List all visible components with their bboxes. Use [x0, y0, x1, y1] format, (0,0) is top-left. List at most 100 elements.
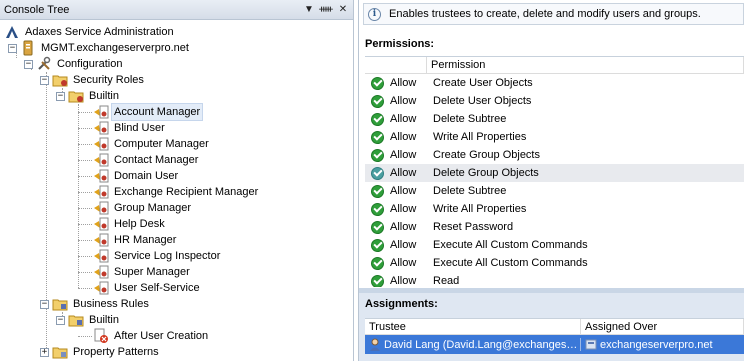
info-text: Enables trustees to create, delete and m… — [389, 8, 701, 20]
tools-icon — [36, 56, 52, 72]
permission-row[interactable]: Allow Delete Subtree — [365, 182, 744, 200]
permission-row[interactable]: Allow Reset Password — [365, 218, 744, 236]
allow-check-icon — [371, 184, 384, 198]
tree-node-role[interactable]: Help Desk — [93, 216, 167, 232]
collapse-toggle[interactable]: − — [8, 43, 17, 53]
permissions-grid-header: Permission — [365, 57, 744, 74]
folder-icon — [52, 72, 68, 88]
permission-row[interactable]: Allow Execute All Custom Commands — [365, 236, 744, 254]
column-header-permission[interactable]: Permission — [427, 57, 744, 73]
permission-row[interactable]: Allow Execute All Custom Commands — [365, 254, 744, 272]
role-icon — [93, 104, 109, 120]
column-header-assigned-over[interactable]: Assigned Over — [581, 319, 744, 334]
column-header-access[interactable] — [365, 57, 427, 73]
console-tree-header: Console Tree ▼ ᚔ ✕ — [0, 0, 353, 20]
tree-node-label: Business Rules — [73, 298, 149, 310]
access-cell: Allow — [390, 275, 417, 287]
role-icon — [93, 136, 109, 152]
permission-row-highlighted[interactable]: Allow Delete Group Objects — [365, 164, 744, 182]
allow-check-icon — [371, 220, 384, 234]
access-cell: Allow — [390, 185, 417, 197]
tree-node-property-patterns[interactable]: + Property Patterns — [40, 344, 161, 360]
tree-node-service[interactable]: − MGMT.exchangeserverpro.net — [8, 40, 191, 56]
collapse-toggle[interactable]: − — [56, 315, 65, 325]
details-pane: i Enables trustees to create, delete and… — [358, 0, 744, 361]
tree-node-role[interactable]: HR Manager — [93, 232, 178, 248]
access-cell: Allow — [390, 257, 417, 269]
dropdown-icon[interactable]: ▼ — [302, 3, 316, 17]
permission-cell: Delete Subtree — [433, 185, 507, 197]
permission-row[interactable]: Allow Write All Properties — [365, 200, 744, 218]
tree-node-label: MGMT.exchangeserverpro.net — [41, 42, 189, 54]
collapse-toggle[interactable]: − — [24, 59, 33, 69]
tree-node-label: Account Manager — [110, 103, 204, 121]
tree-node-label: Computer Manager — [114, 138, 209, 150]
tree-node-label: Blind User — [114, 122, 165, 134]
assignments-title: Assignments: — [365, 298, 438, 310]
tree-node-role[interactable]: Blind User — [93, 120, 167, 136]
tree-node-label: Service Log Inspector — [114, 250, 221, 262]
tree-node-role[interactable]: Contact Manager — [93, 152, 200, 168]
tree-node-label: Builtin — [89, 314, 119, 326]
tree-node-role[interactable]: Service Log Inspector — [93, 248, 222, 264]
tree-node-business-rules[interactable]: − Business Rules — [40, 296, 151, 312]
tree-node-label: Help Desk — [114, 218, 165, 230]
trustee-cell: David Lang (David.Lang@exchangeserverpro… — [384, 338, 580, 351]
tree-node-builtin-roles[interactable]: − Builtin — [56, 88, 121, 104]
role-icon — [93, 264, 109, 280]
tree-node-configuration[interactable]: − Configuration — [24, 56, 124, 72]
tree-node-role[interactable]: Exchange Recipient Manager — [93, 184, 260, 200]
permission-row[interactable]: Allow Create User Objects — [365, 74, 744, 92]
allow-check-icon — [371, 148, 384, 162]
allow-check-icon — [371, 202, 384, 216]
permission-row[interactable]: Allow Delete Subtree — [365, 110, 744, 128]
allow-check-icon — [371, 94, 384, 108]
tree-node-role[interactable]: Computer Manager — [93, 136, 211, 152]
tree-node-label: After User Creation — [114, 330, 209, 342]
tree-node-label: Group Manager — [114, 202, 192, 214]
role-icon — [93, 280, 109, 296]
assignments-grid: Trustee Assigned Over David Lang (David.… — [365, 318, 744, 354]
assignments-grid-header: Trustee Assigned Over — [365, 319, 744, 335]
collapse-toggle[interactable]: − — [40, 75, 49, 85]
access-cell: Allow — [390, 131, 417, 143]
folder-icon — [68, 88, 84, 104]
permission-cell: Write All Properties — [433, 203, 527, 215]
tree-node-role[interactable]: Domain User — [93, 168, 180, 184]
permission-row[interactable]: Allow Read — [365, 272, 744, 287]
permission-cell: Execute All Custom Commands — [433, 257, 588, 269]
permission-cell: Reset Password — [433, 221, 514, 233]
tree-node-role[interactable]: Super Manager — [93, 264, 192, 280]
domain-icon — [585, 338, 597, 351]
role-icon — [93, 152, 109, 168]
collapse-toggle[interactable]: − — [40, 299, 49, 309]
tree-node-role[interactable]: Account Manager — [93, 103, 204, 121]
folder-icon — [52, 344, 68, 360]
permission-row[interactable]: Allow Delete User Objects — [365, 92, 744, 110]
tree-node-adaxes-root[interactable]: Adaxes Service Administration — [4, 24, 176, 40]
role-icon — [93, 184, 109, 200]
assigned-over-cell: exchangeserverpro.net — [600, 338, 713, 351]
expand-toggle[interactable]: + — [40, 347, 49, 357]
close-icon[interactable]: ✕ — [336, 3, 350, 17]
tree-node-role[interactable]: Group Manager — [93, 200, 193, 216]
tree-node-security-roles[interactable]: − Security Roles — [40, 72, 146, 88]
allow-check-icon — [371, 256, 384, 270]
tree-node-rule[interactable]: After User Creation — [93, 328, 210, 344]
collapse-toggle[interactable]: − — [56, 91, 65, 101]
permission-cell: Delete Group Objects — [433, 167, 539, 179]
permission-cell: Delete User Objects — [433, 95, 532, 107]
permission-row[interactable]: Allow Write All Properties — [365, 128, 744, 146]
tree-node-role[interactable]: User Self-Service — [93, 280, 202, 296]
pin-icon[interactable]: ᚔ — [319, 3, 333, 17]
permissions-title: Permissions: — [365, 38, 435, 50]
tree-node-label: Adaxes Service Administration — [25, 26, 174, 38]
column-header-trustee[interactable]: Trustee — [365, 319, 581, 334]
console-tree-pane: Console Tree ▼ ᚔ ✕ Adaxes Service Admini… — [0, 0, 354, 361]
allow-check-icon — [371, 130, 384, 144]
tree-node-label: Contact Manager — [114, 154, 199, 166]
permission-row[interactable]: Allow Create Group Objects — [365, 146, 744, 164]
assignment-row-selected[interactable]: David Lang (David.Lang@exchangeserverpro… — [365, 335, 744, 354]
tree-node-builtin-rules[interactable]: − Builtin — [56, 312, 121, 328]
user-icon — [369, 338, 381, 351]
